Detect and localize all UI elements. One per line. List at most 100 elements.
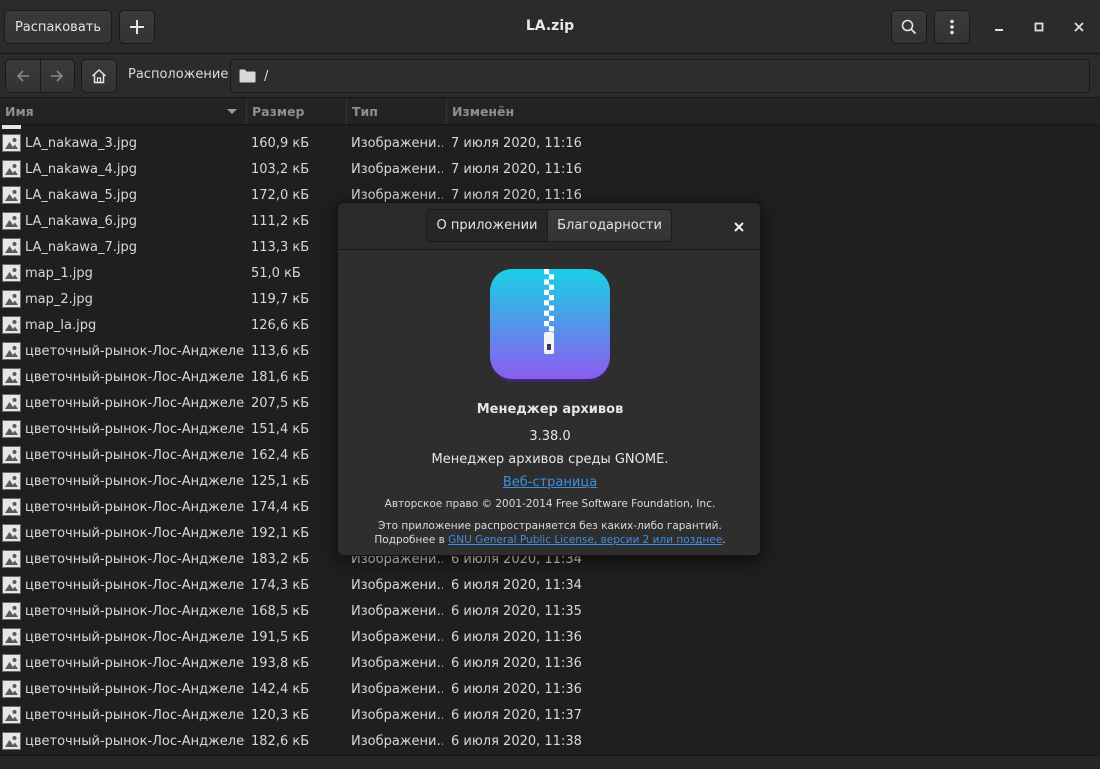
close-window-button[interactable]: [1069, 17, 1089, 37]
file-modified: 6 июля 2020, 11:34: [451, 577, 582, 593]
file-size: 181,6 кБ: [251, 369, 310, 385]
file-type: Изображени…: [351, 707, 443, 723]
file-name: LA_nakawa_6.jpg: [25, 213, 138, 229]
extract-button[interactable]: Распаковать: [4, 10, 112, 44]
image-file-icon: [2, 572, 21, 598]
file-type: Изображени…: [351, 629, 443, 645]
column-header-size[interactable]: Размер: [247, 98, 347, 124]
image-file-icon: [2, 338, 21, 364]
file-size: 111,2 кБ: [251, 213, 310, 229]
file-name: LA_nakawa_5.jpg: [25, 187, 138, 203]
image-file-icon: [2, 494, 21, 520]
bottom-edge: [0, 755, 1100, 769]
file-size: 207,5 кБ: [251, 395, 310, 411]
file-name: цветочный-рынок-Лос-Анджелеса…: [25, 681, 245, 697]
table-row[interactable]: цветочный-рынок-Лос-Анджелеса… 182,6 кБ Из…: [0, 728, 1100, 754]
file-name: цветочный-рынок-Лос-Анджелеса…: [25, 473, 245, 489]
file-name: цветочный-рынок-Лос-Анджелеса…: [25, 421, 245, 437]
image-file-icon: [2, 125, 21, 129]
home-icon: [91, 68, 107, 84]
image-file-icon: [2, 598, 21, 624]
file-modified: 6 июля 2020, 11:36: [451, 629, 582, 645]
file-name: LA_nakawa_7.jpg: [25, 239, 138, 255]
file-size: 168,5 кБ: [251, 603, 310, 619]
file-type: Изображени…: [351, 603, 443, 619]
app-description: Менеджер архивов среды GNOME.: [431, 452, 669, 467]
license-line: Это приложение распространяется без каки…: [378, 520, 722, 532]
table-row[interactable]: LA_nakawa_4.jpg 103,2 кБ Изображени… 7 июля…: [0, 156, 1100, 182]
license-link[interactable]: GNU General Public License, версии 2 или…: [448, 534, 722, 546]
website-link[interactable]: Веб-страница: [503, 475, 597, 490]
close-icon: [1074, 22, 1084, 32]
close-icon: [734, 222, 744, 232]
search-button[interactable]: [891, 10, 927, 44]
image-file-icon: [2, 676, 21, 702]
column-header-row: Имя Размер Тип Изменён: [0, 98, 1100, 125]
nav-button-group: [5, 59, 75, 93]
column-header-modified[interactable]: Изменён: [447, 98, 567, 124]
image-file-icon: [2, 364, 21, 390]
file-type: Изображени…: [351, 161, 443, 177]
app-name: Менеджер архивов: [476, 402, 624, 417]
website-link-row: Веб-страница: [338, 475, 760, 490]
add-files-button[interactable]: [119, 10, 155, 44]
minimize-icon: [995, 29, 1003, 31]
table-row[interactable]: цветочный-рынок-Лос-Анджелеса… 191,5 кБ Из…: [0, 624, 1100, 650]
table-row[interactable]: LA_nakawa_3.jpg 160,9 кБ Изображени… 7 июля…: [0, 130, 1100, 156]
image-file-icon: [2, 260, 21, 286]
table-row[interactable]: цветочный-рынок-Лос-Анджелеса… 142,4 кБ Из…: [0, 676, 1100, 702]
about-close-button[interactable]: [728, 216, 750, 238]
column-header-modified-label: Изменён: [452, 103, 515, 119]
image-file-icon: [2, 416, 21, 442]
image-file-icon: [2, 702, 21, 728]
table-row[interactable]: цветочный-рынок-Лос-Анджелеса… 193,8 кБ Из…: [0, 650, 1100, 676]
image-file-icon: [2, 208, 21, 234]
back-button[interactable]: [6, 60, 40, 92]
table-row[interactable]: цветочный-рынок-Лос-Анджелеса… 174,3 кБ Из…: [0, 572, 1100, 598]
file-size: 162,4 кБ: [251, 447, 310, 463]
file-size: 113,6 кБ: [251, 343, 310, 359]
file-name: цветочный-рынок-Лос-Анджелеса…: [25, 707, 245, 723]
file-modified: 7 июля 2020, 11:16: [451, 135, 582, 151]
sort-descending-icon: [227, 109, 237, 114]
file-size: 120,3 кБ: [251, 707, 310, 723]
file-name: цветочный-рынок-Лос-Анджелеса…: [25, 577, 245, 593]
column-header-name[interactable]: Имя: [0, 98, 247, 124]
tab-credits[interactable]: Благодарности: [548, 209, 672, 242]
image-file-icon: [2, 156, 21, 182]
copyright-text: Авторское право © 2001-2014 Free Softwar…: [384, 498, 716, 510]
forward-button[interactable]: [39, 60, 74, 92]
kebab-menu-icon: [950, 19, 954, 35]
about-dialog: О приложении Благодарности Менеджер архи…: [337, 202, 761, 556]
file-name: цветочный-рынок-Лос-Анджелеса…: [25, 447, 245, 463]
maximize-button[interactable]: [1029, 17, 1049, 37]
image-file-icon: [2, 546, 21, 572]
file-size: 174,3 кБ: [251, 577, 310, 593]
file-size: 125,1 кБ: [251, 473, 310, 489]
image-file-icon: [2, 286, 21, 312]
file-type: Изображени…: [351, 681, 443, 697]
file-size: 192,1 кБ: [251, 525, 310, 541]
file-size: 119,7 кБ: [251, 291, 310, 307]
file-type: Изображени…: [351, 655, 443, 671]
file-size: 51,0 кБ: [251, 265, 301, 281]
main-menu-button[interactable]: [934, 10, 970, 44]
location-path-field[interactable]: /: [230, 59, 1090, 93]
file-name: цветочный-рынок-Лос-Анджелеса…: [25, 499, 245, 515]
file-size: 126,6 кБ: [251, 317, 310, 333]
tab-about[interactable]: О приложении: [426, 209, 548, 242]
file-size: 191,5 кБ: [251, 629, 310, 645]
archive-manager-app-icon: [490, 269, 610, 382]
image-file-icon: [2, 728, 21, 754]
search-icon: [901, 19, 917, 35]
table-row[interactable]: цветочный-рынок-Лос-Анджелеса… 168,5 кБ Из…: [0, 598, 1100, 624]
image-file-icon: [2, 442, 21, 468]
license-text: Это приложение распространяется без каки…: [338, 519, 760, 547]
column-header-type[interactable]: Тип: [347, 98, 447, 124]
location-path: /: [264, 68, 269, 84]
file-name: map_1.jpg: [25, 265, 93, 281]
table-row[interactable]: цветочный-рынок-Лос-Анджелеса… 120,3 кБ Из…: [0, 702, 1100, 728]
home-button[interactable]: [81, 59, 117, 93]
file-size: 113,3 кБ: [251, 239, 310, 255]
minimize-button[interactable]: [989, 17, 1009, 37]
